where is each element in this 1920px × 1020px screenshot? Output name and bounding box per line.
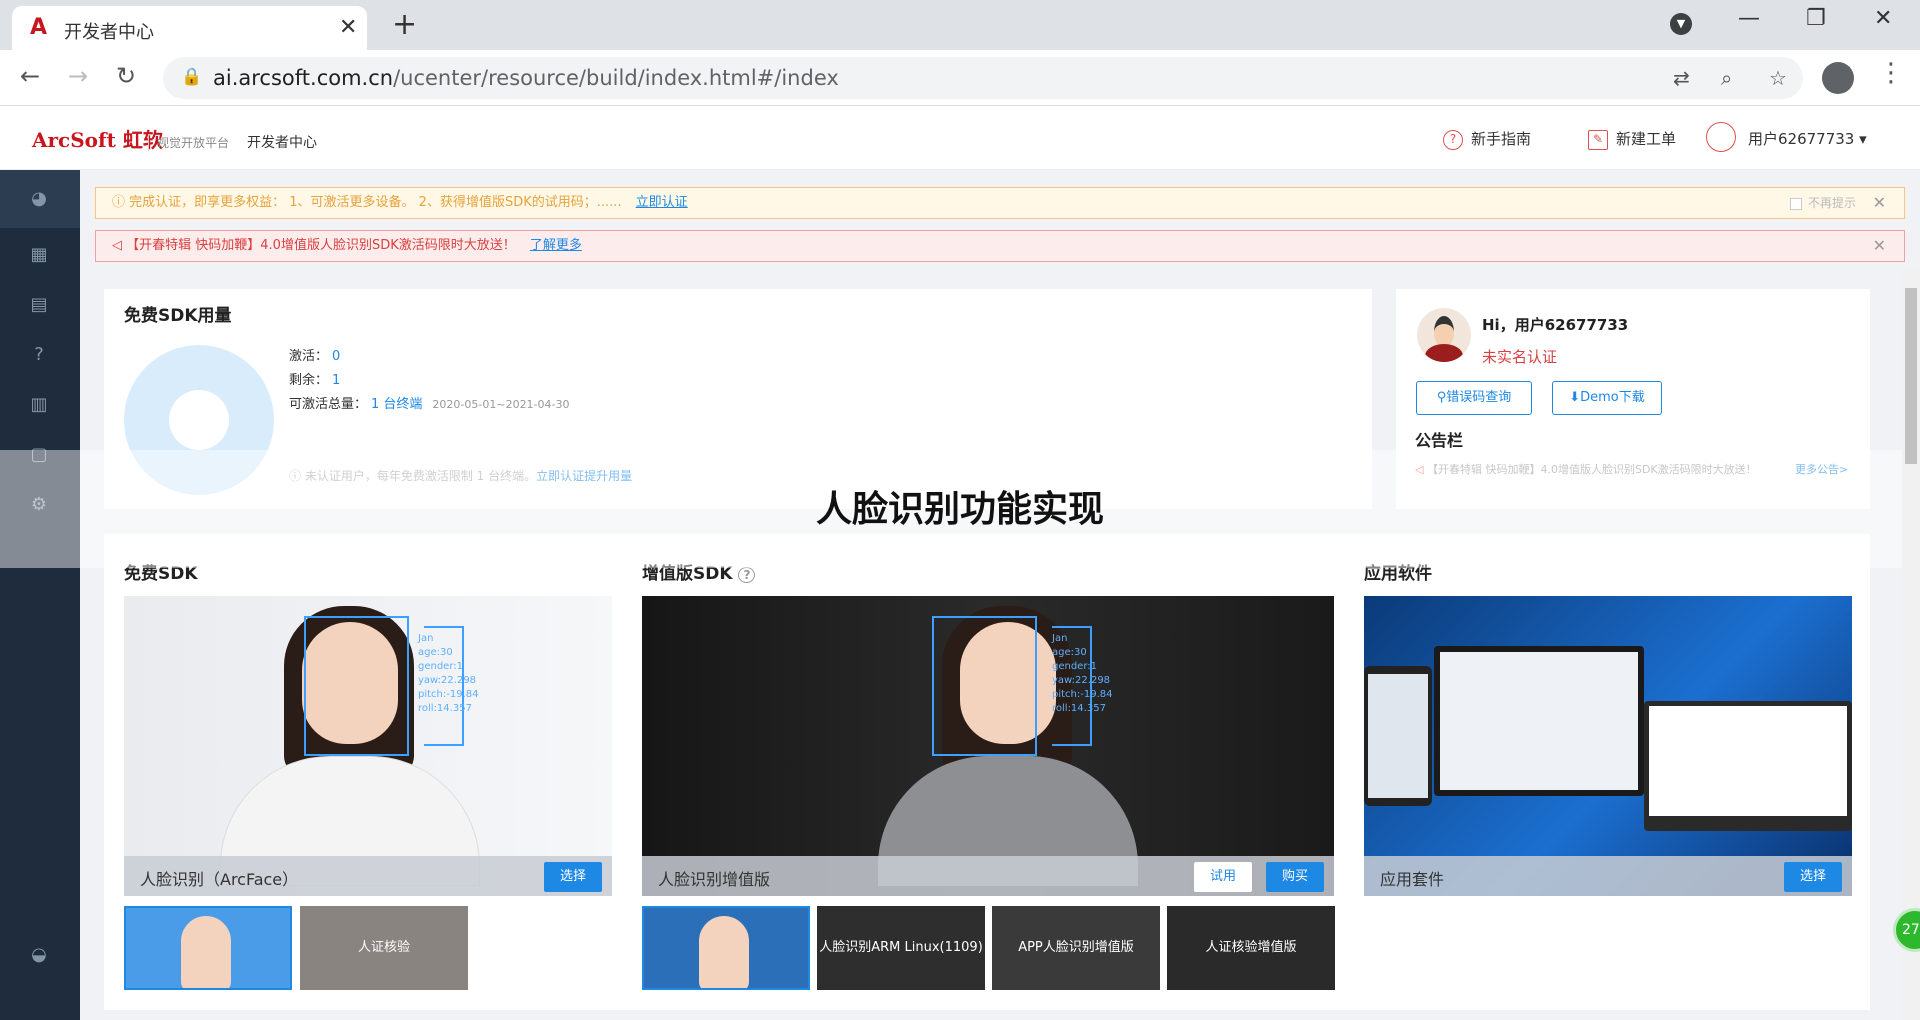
clipboard-icon[interactable]: ▥ [28, 394, 50, 416]
arcsoft-favicon-icon: A [30, 15, 48, 40]
site-header: ArcSoft 虹软 视觉开放平台 开发者中心 ? 新手指南 ✎ 新建工单 用户62… [0, 106, 1920, 170]
apps-card-label: 应用套件 [1380, 870, 1445, 889]
buy-button[interactable]: 购买 [1265, 862, 1324, 892]
back-icon[interactable]: ← [20, 62, 40, 90]
search-icon: ⚲ [1436, 390, 1447, 405]
headset-icon[interactable]: ◒ [28, 944, 50, 966]
url-text: ai.arcsoft.com.cn/ucenter/resource/build… [213, 66, 839, 90]
free-sdk-select-button[interactable]: 选择 [543, 862, 602, 892]
browser-profile-icon[interactable] [1822, 62, 1854, 94]
help-circle-icon[interactable]: ? [28, 344, 50, 366]
browser-menu-icon[interactable]: ⋮ [1878, 58, 1904, 88]
tablet-image [1364, 666, 1432, 806]
thumb-arm-linux[interactable]: 人脸识别ARM Linux(1109) [817, 906, 985, 990]
apps-card[interactable]: 应用套件 选择 [1364, 596, 1852, 896]
apps-caption: 应用套件 选择 [1364, 856, 1852, 896]
translate-icon[interactable]: ⇄ [1673, 66, 1690, 90]
auth-now-link[interactable]: 立即认证 [636, 195, 688, 210]
guide-link[interactable]: ? 新手指南 [1443, 128, 1531, 150]
thumb-face-recognition[interactable] [124, 906, 292, 990]
profile-greeting: Hi，用户62677733 [1482, 316, 1629, 334]
thumb-app-face[interactable]: APP人脸识别增值版 [992, 906, 1160, 990]
notice-title: 公告栏 [1415, 431, 1464, 450]
new-tab-icon[interactable]: + [392, 7, 417, 42]
apps-grid-icon[interactable]: ▦ [28, 244, 50, 266]
no-more-checkbox[interactable]: 不再提示 [1789, 188, 1856, 218]
thumb-id-verify-pro[interactable]: 人证核验增值版 [1167, 906, 1335, 990]
profile-avatar [1417, 308, 1471, 362]
error-code-button[interactable]: ⚲错误码查询 [1416, 381, 1532, 415]
auth-alert-close-icon[interactable]: ✕ [1873, 188, 1886, 218]
face-scan-box [304, 616, 409, 756]
download-icon: ⬇ [1569, 390, 1581, 405]
address-bar[interactable]: 🔒 ai.arcsoft.com.cn/ucenter/resource/bui… [163, 57, 1803, 99]
ticket-icon: ✎ [1588, 129, 1608, 150]
user-menu[interactable]: 用户62677733 ▾ [1748, 128, 1867, 149]
demo-download-button[interactable]: ⬇Demo下载 [1552, 381, 1662, 415]
laptop-image [1644, 701, 1852, 831]
pro-sdk-card[interactable]: Jan age:30 gender:1 yaw:22.298 pitch:-19.84 r… [642, 596, 1334, 896]
activated-stat: 激活： 0 [289, 349, 341, 364]
usage-title: 免费SDK用量 [124, 306, 232, 326]
zoom-icon[interactable]: ⌕ [1721, 66, 1732, 90]
browser-toolbar: ← → ↻ 🔒 ai.arcsoft.com.cn/ucenter/resour… [0, 50, 1920, 106]
promo-alert-close-icon[interactable]: ✕ [1873, 231, 1886, 261]
scrollbar-thumb[interactable] [1905, 288, 1917, 464]
verification-status[interactable]: 未实名认证 [1482, 346, 1557, 367]
apps-select-button[interactable]: 选择 [1783, 862, 1842, 892]
help-icon: ? [1443, 129, 1463, 150]
sidebar: ◕ ▦ ▤ ? ▥ ▢ ⚙ ◒ [0, 170, 80, 1020]
auth-alert: ⓘ 完成认证，即享更多权益： 1、可激活更多设备。 2、获得增值版SDK的试用码… [95, 187, 1905, 219]
new-ticket-link[interactable]: ✎ 新建工单 [1588, 128, 1676, 150]
restore-icon[interactable]: ❐ [1806, 6, 1826, 31]
speaker-icon: ◁ [112, 238, 127, 253]
face-scan-box [932, 616, 1037, 756]
logo-subtitle: 视觉开放平台 [148, 134, 229, 151]
warning-icon: ⓘ [112, 195, 130, 210]
scan-readout: Jan age:30 gender:1 yaw:22.298 pitch:-19.84 r… [1052, 633, 1113, 714]
help-icon: ? [738, 567, 756, 583]
browser-tab-bar: A 开发者中心 ✕ + ▼ — ❐ ✕ [0, 0, 1920, 50]
floating-badge[interactable]: 27 [1893, 908, 1920, 952]
bookmark-star-icon[interactable]: ☆ [1769, 66, 1787, 90]
trial-button[interactable]: 试用 [1193, 862, 1252, 892]
overlay-title: 人脸识别功能实现 [815, 489, 1104, 530]
monitor-image [1434, 646, 1644, 796]
forward-icon[interactable]: → [68, 62, 88, 90]
promo-alert: ◁ 【开春特辑 快码加鞭】4.0增值版人脸识别SDK激活码限时大放送！ 了解更多… [95, 230, 1905, 262]
document-icon[interactable]: ▤ [28, 294, 50, 316]
user-avatar[interactable] [1706, 122, 1736, 152]
free-sdk-caption: 人脸识别（ArcFace） 选择 [124, 856, 612, 896]
thumb-id-verify[interactable]: 人证核验 [300, 906, 468, 990]
reload-icon[interactable]: ↻ [116, 62, 136, 90]
remaining-stat: 剩余： 1 [289, 373, 341, 388]
tab-close-icon[interactable]: ✕ [339, 15, 357, 40]
tab-search-icon[interactable]: ▼ [1670, 13, 1692, 35]
lock-icon: 🔒 [181, 67, 203, 87]
minimize-icon[interactable]: — [1738, 6, 1760, 31]
pro-sdk-card-label: 人脸识别增值版 [658, 870, 771, 889]
dashboard-icon[interactable]: ◕ [28, 188, 50, 210]
dev-center-label[interactable]: 开发者中心 [247, 132, 317, 152]
scan-readout: Jan age:30 gender:1 yaw:22.298 pitch:-19.84 r… [418, 633, 479, 714]
close-window-icon[interactable]: ✕ [1874, 6, 1892, 31]
free-sdk-card[interactable]: Jan age:30 gender:1 yaw:22.298 pitch:-19.84 r… [124, 596, 612, 896]
learn-more-link[interactable]: 了解更多 [530, 238, 582, 253]
thumb-pro-face-recognition[interactable] [642, 906, 810, 990]
tab-title: 开发者中心 [64, 22, 154, 43]
logo-text: ArcSoft 虹软 [32, 128, 163, 152]
total-stat: 可激活总量： 1 台终端 2020-05-01~2021-04-30 [289, 397, 570, 412]
arcsoft-logo[interactable]: ArcSoft 虹软 [32, 124, 163, 153]
free-sdk-card-label: 人脸识别（ArcFace） [140, 870, 299, 889]
promo-alert-text: 【开春特辑 快码加鞭】4.0增值版人脸识别SDK激活码限时大放送！ [126, 238, 516, 253]
pro-sdk-caption: 人脸识别增值版 试用 购买 [642, 856, 1334, 896]
browser-tab[interactable]: A 开发者中心 ✕ [12, 6, 367, 50]
auth-alert-text: 完成认证，即享更多权益： 1、可激活更多设备。 2、获得增值版SDK的试用码；.… [129, 195, 622, 210]
